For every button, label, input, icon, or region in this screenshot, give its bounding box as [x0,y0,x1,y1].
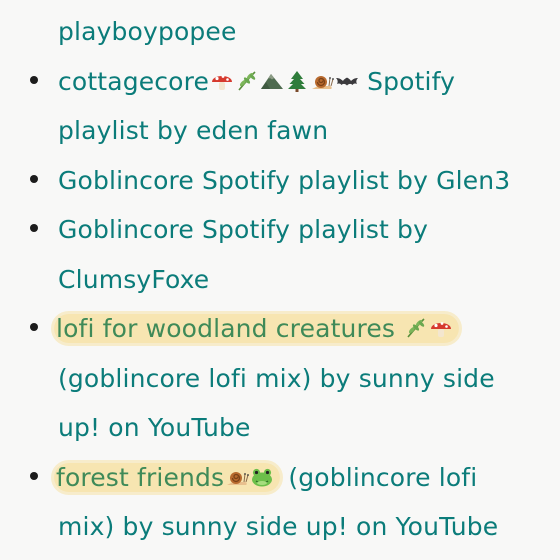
mountain-icon [260,69,284,93]
goblincore-playlist-glen3-link[interactable]: Goblincore Spotify playlist by Glen3 [58,166,510,195]
bullet [30,471,38,480]
bullet [30,75,38,84]
highlight-label: forest friends [56,462,225,492]
mushroom-icon [210,69,234,93]
herb-icon [404,316,428,340]
herb-icon [235,69,259,93]
highlight-label: lofi for woodland creatures [56,314,404,343]
list-item: cottagecore Spotify playlist by eden faw… [0,57,560,156]
goblincore-playlist-clumsyfoxe-link[interactable]: Goblincore Spotify playlist by ClumsyFox… [58,215,428,294]
bat-icon [335,69,359,93]
evergreen-tree-icon [285,69,309,93]
bullet [30,224,38,232]
snail-icon [310,69,334,93]
forest-friends-link[interactable]: forest friends (goblincore lofi mix) by … [54,462,498,541]
playlist-link-continued[interactable]: playboypopee [58,17,237,46]
frog-icon [250,465,274,489]
link-text: cottagecore [58,66,210,96]
article-body: playboypopee cottagecore Spotify playlis… [0,0,560,560]
resource-link-list: playboypopee cottagecore Spotify playlis… [0,0,560,552]
highlighted-text: lofi for woodland creatures [54,314,460,343]
list-item: Goblincore Spotify playlist by ClumsyFox… [0,205,560,304]
list-item: forest friends (goblincore lofi mix) by … [0,453,560,552]
bullet [30,174,38,183]
mushroom-icon [429,316,453,340]
snail-icon [225,465,249,489]
bullet [30,323,38,331]
list-item: lofi for woodland creatures (goblincore … [0,304,560,453]
list-item: Goblincore Spotify playlist by Glen3 [0,156,560,206]
lofi-woodland-creatures-link[interactable]: lofi for woodland creatures (goblincore … [54,314,495,443]
cottagecore-playlist-link[interactable]: cottagecore Spotify playlist by eden faw… [58,67,455,146]
list-item: playboypopee [0,7,560,57]
link-text: (goblincore lofi mix) by sunny side up! … [58,363,495,443]
highlighted-text: forest friends [54,462,281,492]
